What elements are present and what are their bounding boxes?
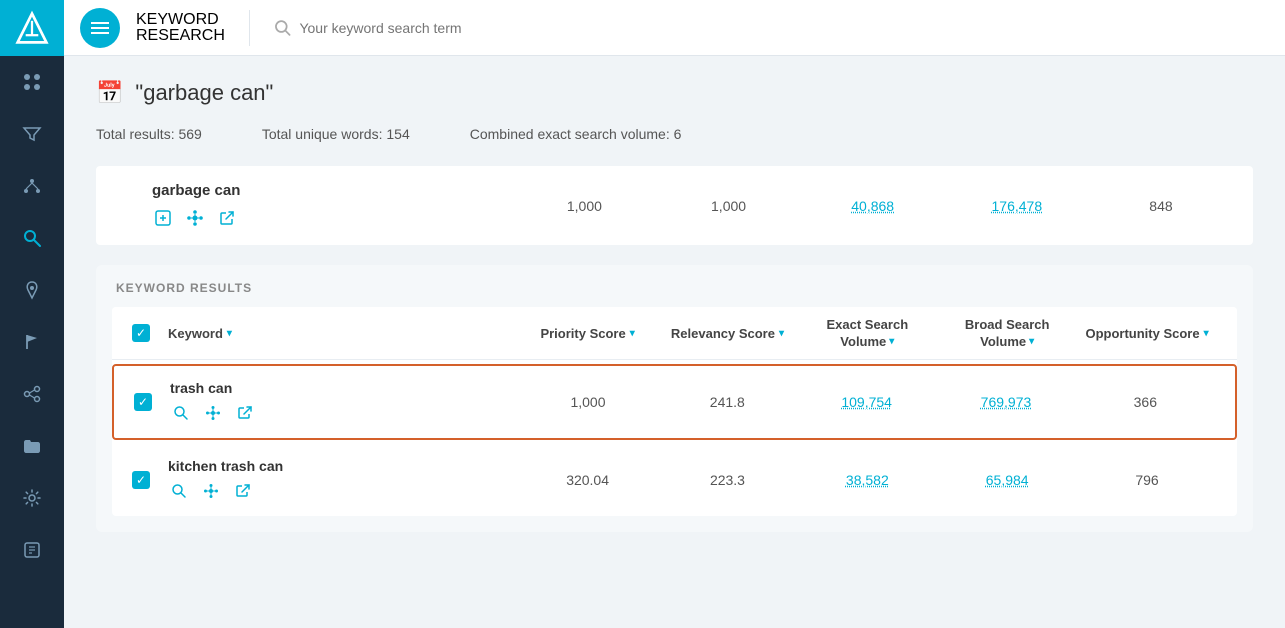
relevancy-sort-icon: ▾ [779,328,784,339]
seed-keyword-info: garbage can [152,182,512,229]
row2-cluster-icon[interactable] [200,480,222,502]
combined-search-label: Combined exact search volume: [470,126,670,142]
main-content: KEYWORD RESEARCH 📅 "garbage can" Total r… [64,0,1285,628]
search-input[interactable] [299,20,1261,36]
seed-keyword-name: garbage can [152,182,512,199]
total-unique-words-stat: Total unique words: 154 [262,126,410,142]
row2-actions [168,480,518,502]
table-row: ✓ kitchen trash can [112,444,1237,516]
keyword-results-label: KEYWORD RESULTS [112,281,1237,295]
row2-priority-score: 320.04 [518,472,658,488]
total-results-stat: Total results: 569 [96,126,202,142]
header-check-col: ✓ [132,324,168,342]
keyword-results-table: ✓ Keyword ▾ Priority Score ▾ Relevancy S… [112,307,1237,516]
sidebar [0,0,64,628]
row1-cluster-icon[interactable] [202,402,224,424]
seed-exact-volume[interactable]: 40,868 [801,198,945,214]
opportunity-sort-icon: ▾ [1204,328,1209,339]
row1-check[interactable]: ✓ [134,393,170,411]
brand-label: KEYWORD RESEARCH [136,12,225,44]
row1-checkbox[interactable]: ✓ [134,393,152,411]
export-icon[interactable] [0,524,64,576]
combined-search-stat: Combined exact search volume: 6 [470,126,682,142]
logo-button[interactable] [0,0,64,56]
total-results-label: Total results: [96,126,175,142]
total-unique-words-value: 154 [386,126,409,142]
row1-exact-volume[interactable]: 109,754 [797,394,936,410]
funnel-icon[interactable] [0,108,64,160]
cluster-icon[interactable] [184,207,206,229]
row1-external-link-icon[interactable] [234,402,256,424]
column-header-relevancy[interactable]: Relevancy Score ▾ [658,326,798,341]
flag-icon[interactable] [0,316,64,368]
brand-line1: KEYWORD [136,12,225,28]
page-title: "garbage can" [135,80,273,106]
row2-broad-volume[interactable]: 65,984 [937,472,1077,488]
search-icon-header [274,19,292,37]
header-divider [249,10,250,46]
row2-exact-volume[interactable]: 38,582 [797,472,937,488]
content-area: 📅 "garbage can" Total results: 569 Total… [64,56,1285,628]
combined-search-value: 6 [674,126,682,142]
header: KEYWORD RESEARCH [64,0,1285,56]
row2-keyword-cell: kitchen trash can [168,458,518,502]
folder-icon[interactable] [0,420,64,472]
nodes-icon[interactable] [0,160,64,212]
menu-button[interactable] [80,8,120,48]
row2-opportunity-score: 796 [1077,472,1217,488]
row2-relevancy-score: 223.3 [658,472,798,488]
search-bar[interactable] [266,19,1269,37]
column-header-opportunity[interactable]: Opportunity Score ▾ [1077,326,1217,341]
total-unique-words-label: Total unique words: [262,126,383,142]
row1-keyword-cell: trash can [170,380,518,424]
exact-sort-icon: ▾ [889,336,894,347]
select-all-checkbox[interactable]: ✓ [132,324,150,342]
row1-actions [170,402,518,424]
dashboard-icon[interactable] [0,56,64,108]
seed-relevancy-score: 1,000 [656,198,800,214]
column-header-exact-volume[interactable]: Exact Search Volume ▾ [797,317,937,349]
row1-keyword-name: trash can [170,380,518,396]
rocket-icon[interactable] [0,264,64,316]
row2-keyword-name: kitchen trash can [168,458,518,474]
column-header-keyword[interactable]: Keyword ▾ [168,326,518,341]
calendar-icon: 📅 [96,80,123,106]
stats-row: Total results: 569 Total unique words: 1… [96,126,1253,142]
seed-keyword-actions [152,207,512,229]
search-sidebar-icon[interactable] [0,212,64,264]
column-header-priority[interactable]: Priority Score ▾ [518,326,658,341]
external-link-icon[interactable] [216,207,238,229]
keyword-sort-icon: ▾ [227,328,232,339]
row1-priority-score: 1,000 [518,394,657,410]
add-to-list-icon[interactable] [152,207,174,229]
row2-external-link-icon[interactable] [232,480,254,502]
column-header-broad-volume[interactable]: Broad Search Volume ▾ [937,317,1077,349]
table-header: ✓ Keyword ▾ Priority Score ▾ Relevancy S… [112,307,1237,360]
broad-sort-icon: ▾ [1029,336,1034,347]
brand-line2: RESEARCH [136,28,225,44]
total-results-value: 569 [178,126,201,142]
row1-opportunity-score: 366 [1076,394,1215,410]
seed-keyword-card: garbage can [96,166,1253,245]
page-title-row: 📅 "garbage can" [96,80,1253,106]
seed-broad-volume[interactable]: 176,478 [945,198,1089,214]
row1-broad-volume[interactable]: 769,973 [936,394,1075,410]
row2-checkbox[interactable]: ✓ [132,471,150,489]
row1-search-icon[interactable] [170,402,192,424]
seed-opportunity-score: 848 [1089,198,1233,214]
network-icon[interactable] [0,368,64,420]
settings-icon[interactable] [0,472,64,524]
row2-check[interactable]: ✓ [132,471,168,489]
keyword-results-section: KEYWORD RESULTS ✓ Keyword ▾ Priority Sco… [96,265,1253,532]
row1-relevancy-score: 241.8 [658,394,797,410]
priority-sort-icon: ▾ [630,328,635,339]
table-row: ✓ trash can [112,364,1237,440]
row2-search-icon[interactable] [168,480,190,502]
seed-priority-score: 1,000 [512,198,656,214]
